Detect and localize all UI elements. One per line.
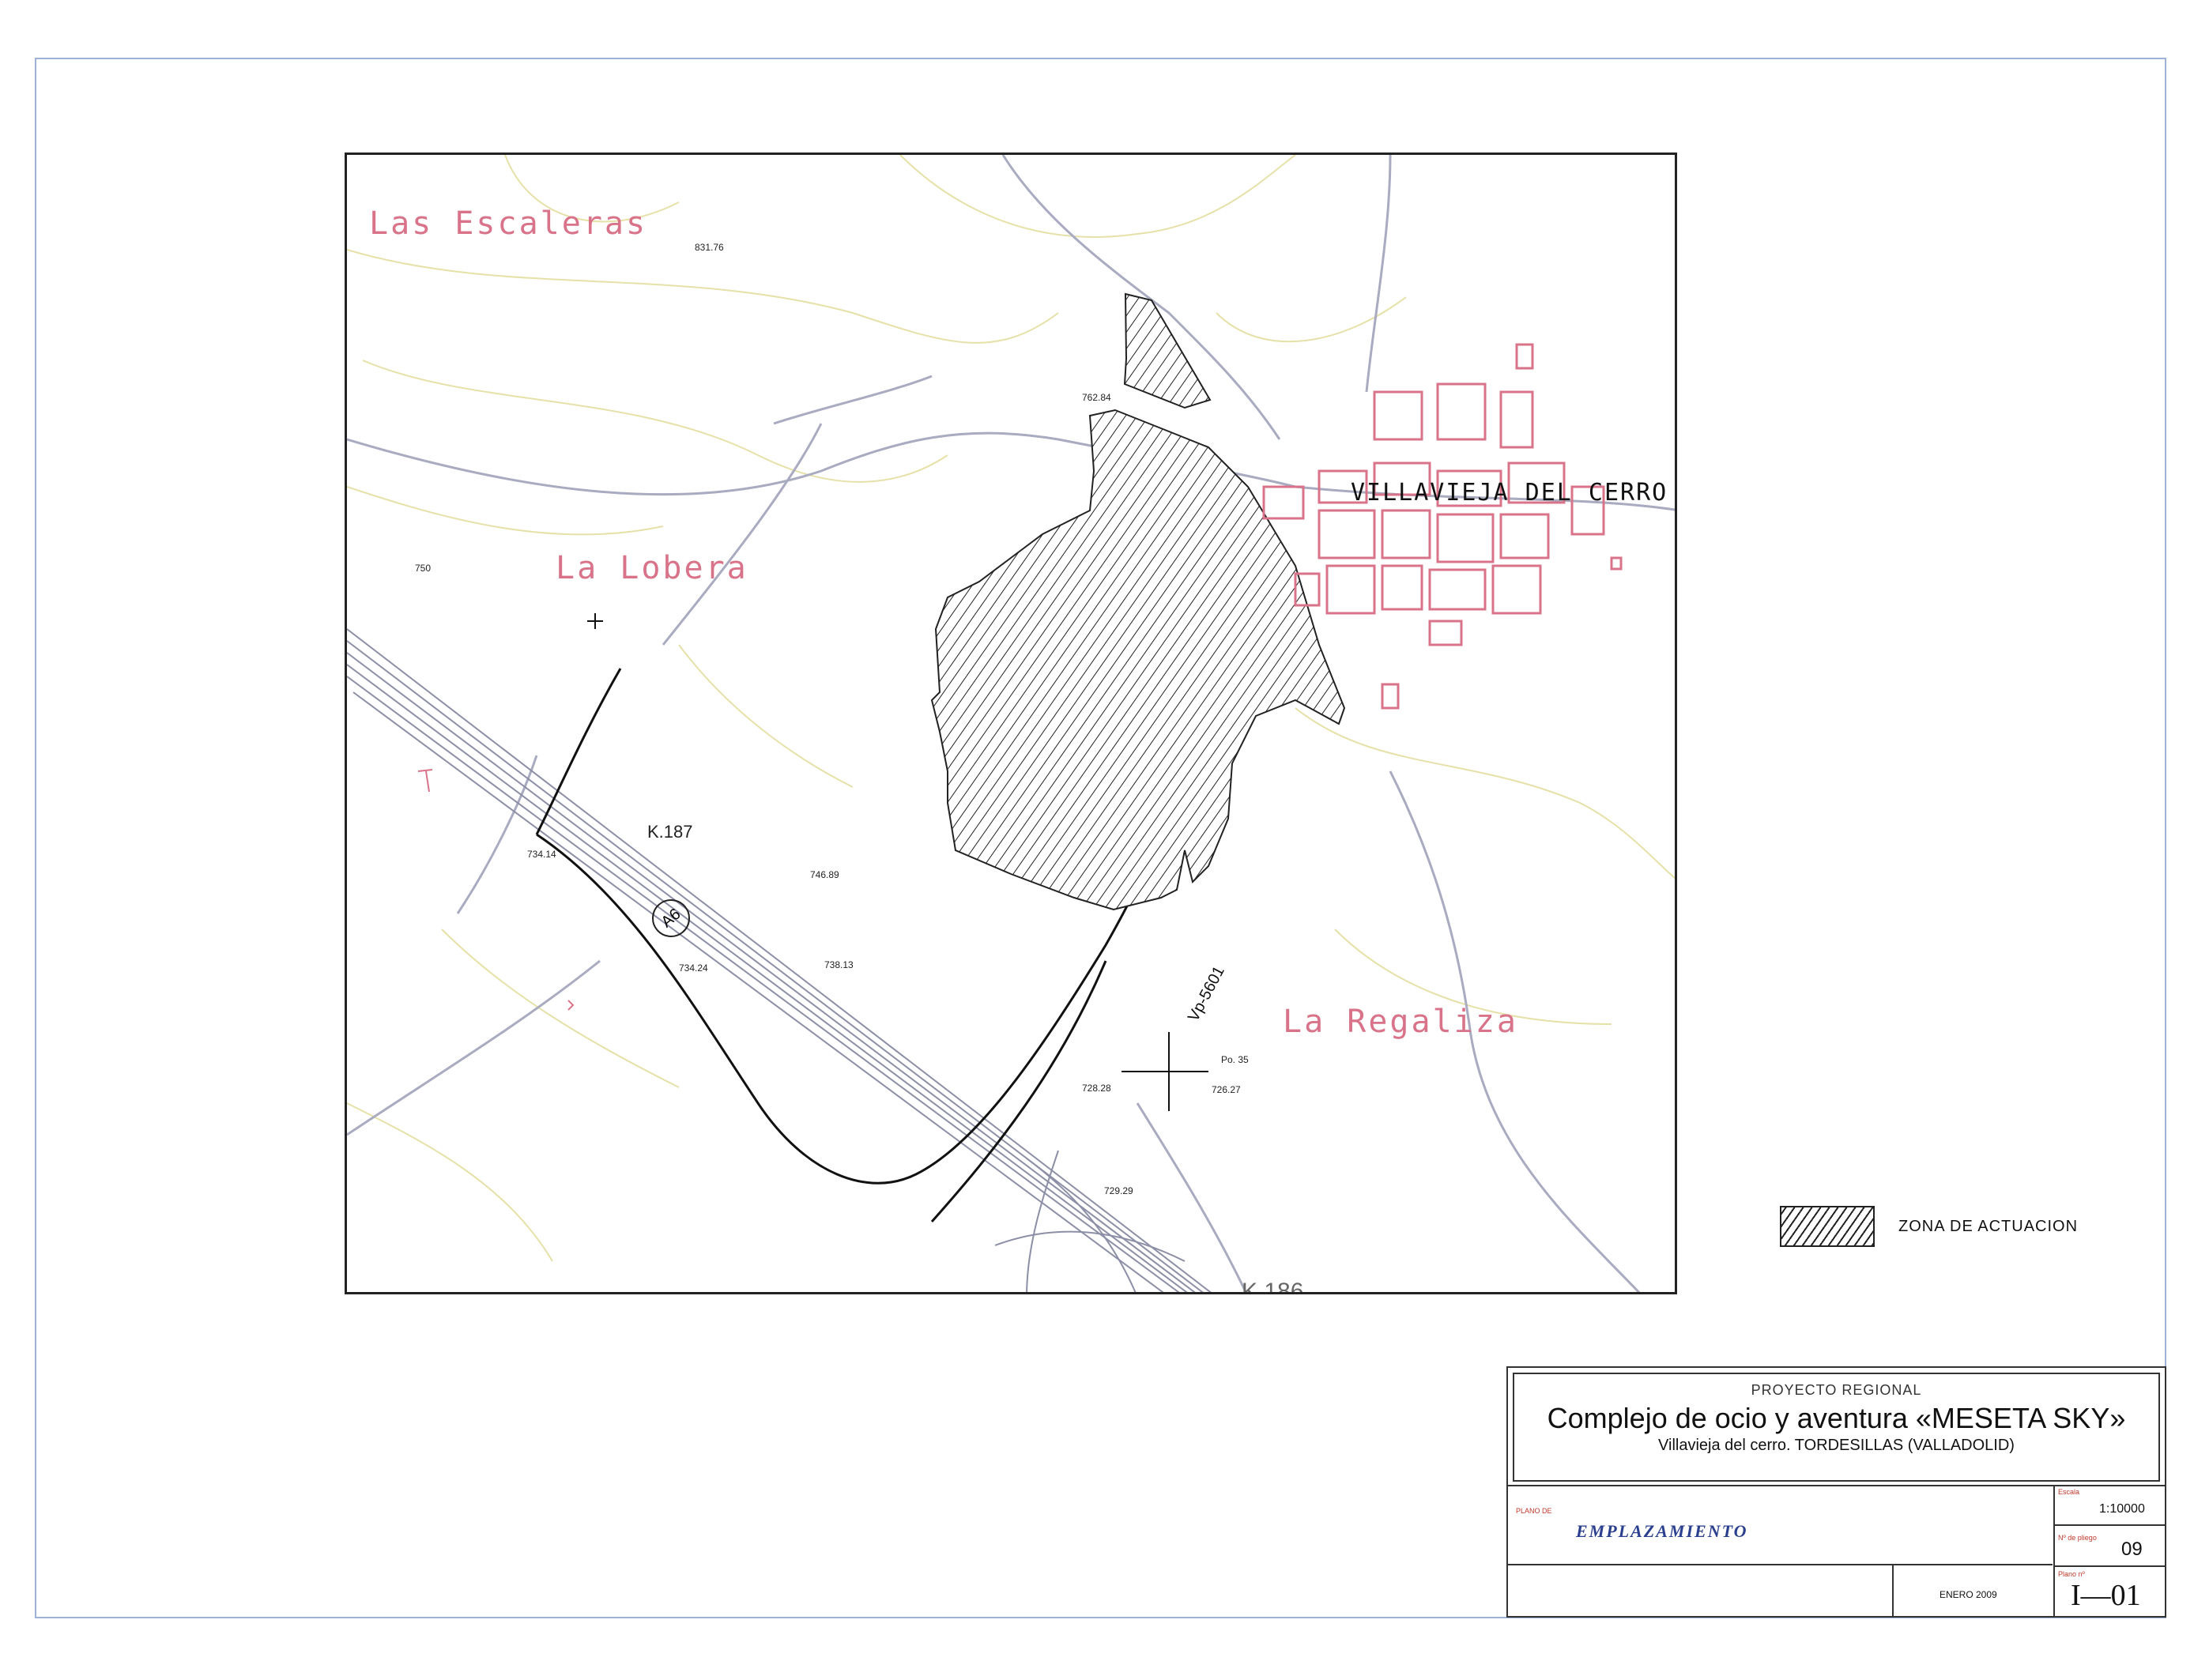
scale-value: 1:10000 bbox=[2099, 1502, 2145, 1516]
zona-de-actuacion bbox=[930, 292, 1346, 911]
spot-height: 726.27 bbox=[1212, 1084, 1241, 1095]
divider bbox=[1508, 1564, 2053, 1565]
sheet-count: 09 bbox=[2121, 1539, 2143, 1560]
divider bbox=[2053, 1524, 2165, 1526]
map-drawing bbox=[347, 155, 1675, 1292]
plano-de-label: PLANO DE bbox=[1516, 1507, 1552, 1515]
project-location: Villavieja del cerro. TORDESILLAS (VALLA… bbox=[1658, 1437, 2015, 1454]
spot-height: 728.28 bbox=[1082, 1083, 1111, 1094]
date: ENERO 2009 bbox=[1940, 1589, 1997, 1600]
km-marker: K.187 bbox=[647, 822, 693, 842]
title-block-header: PROYECTO REGIONAL Complejo de ocio y ave… bbox=[1513, 1373, 2160, 1482]
spot-height: 734.24 bbox=[679, 962, 708, 974]
legend-label: ZONA DE ACTUACION bbox=[1898, 1217, 2079, 1235]
plan-number: I—01 bbox=[2071, 1579, 2141, 1612]
place-name-la-lobera: La Lobera bbox=[556, 550, 748, 586]
km-marker: K.186 bbox=[1242, 1279, 1304, 1294]
spot-height: 734.14 bbox=[527, 849, 556, 860]
escala-label: Escala bbox=[2058, 1488, 2080, 1496]
project-type: PROYECTO REGIONAL bbox=[1751, 1382, 1922, 1398]
title-block: PROYECTO REGIONAL Complejo de ocio y ave… bbox=[1506, 1366, 2166, 1618]
legend: ZONA DE ACTUACION bbox=[1780, 1206, 2078, 1247]
plan-name: EMPLAZAMIENTO bbox=[1576, 1521, 1748, 1541]
survey-point-label: Po. 35 bbox=[1221, 1054, 1249, 1065]
spot-height: 750 bbox=[415, 563, 432, 574]
hatch-swatch bbox=[1780, 1206, 1875, 1247]
spot-height: 729.29 bbox=[1104, 1185, 1133, 1196]
divider bbox=[2053, 1485, 2055, 1616]
spot-height: 738.13 bbox=[824, 959, 854, 970]
divider bbox=[2053, 1565, 2165, 1567]
place-name-la-regaliza: La Regaliza bbox=[1283, 1004, 1518, 1040]
project-title: Complejo de ocio y aventura «MESETA SKY» bbox=[1547, 1402, 2126, 1434]
spot-height: 831.76 bbox=[695, 242, 724, 253]
divider bbox=[1892, 1564, 1894, 1616]
divider bbox=[1508, 1485, 2165, 1486]
n-pliego-label: Nº de pliego bbox=[2058, 1534, 2097, 1542]
place-name-las-escaleras: Las Escaleras bbox=[369, 205, 648, 242]
village-name: VILLAVIEJA DEL CERRO bbox=[1351, 479, 1668, 507]
plano-n-label: Plano nº bbox=[2058, 1570, 2085, 1578]
spot-height: 762.84 bbox=[1082, 392, 1111, 403]
spot-height: 746.89 bbox=[810, 869, 839, 880]
location-map: Las Escaleras La Lobera La Regaliza VILL… bbox=[345, 153, 1677, 1294]
